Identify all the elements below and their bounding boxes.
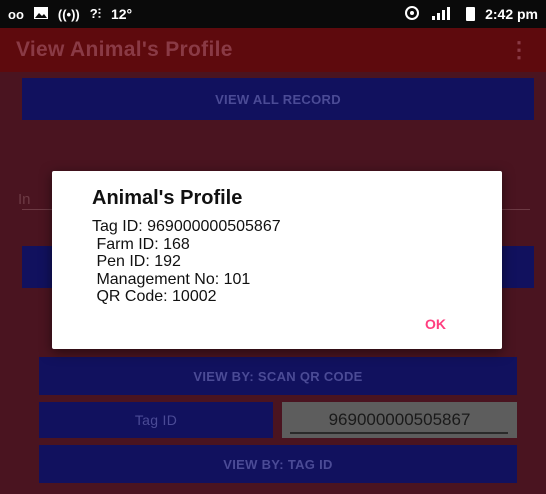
app-bar: View Animal's Profile ⋮ xyxy=(0,28,546,72)
search-input-hint[interactable]: In xyxy=(18,191,31,208)
view-by-tag-id-button[interactable]: VIEW BY: TAG ID xyxy=(39,445,517,483)
ok-button[interactable]: OK xyxy=(425,316,446,332)
page-title: View Animal's Profile xyxy=(16,38,233,61)
overflow-menu-icon[interactable]: ⋮ xyxy=(508,37,530,63)
tag-id-label: Tag ID xyxy=(39,402,273,438)
signal-icon: ?⫶ xyxy=(89,6,101,21)
dialog-title: Animal's Profile xyxy=(92,187,243,209)
clock: 2:42 pm xyxy=(485,6,538,22)
animal-profile-dialog: Animal's Profile Tag ID: 969000000505867… xyxy=(52,171,502,349)
data-signal-icon xyxy=(430,6,456,23)
tag-id-field-underline xyxy=(290,432,508,434)
image-icon xyxy=(33,6,48,22)
status-bar: ᴏᴏ ((•)) ?⫶ 12° 2:42 pm xyxy=(0,0,546,28)
temperature: 12° xyxy=(110,6,133,22)
battery-icon xyxy=(466,7,476,21)
view-all-record-button[interactable]: VIEW ALL RECORD xyxy=(22,78,534,120)
nfc-icon xyxy=(404,5,420,23)
hotspot-icon: ((•)) xyxy=(57,6,80,22)
voicemail-icon: ᴏᴏ xyxy=(8,6,24,22)
scan-qr-button[interactable]: VIEW BY: SCAN QR CODE xyxy=(39,357,517,395)
dialog-body: Tag ID: 969000000505867 Farm ID: 168 Pen… xyxy=(92,218,281,305)
